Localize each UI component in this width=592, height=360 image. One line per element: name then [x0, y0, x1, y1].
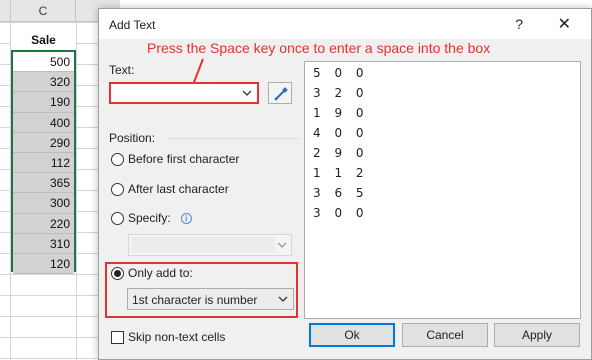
- cell-value[interactable]: 320: [13, 72, 74, 93]
- checkbox[interactable]: [111, 330, 124, 344]
- preview-line: 5 0 0: [313, 66, 369, 80]
- preview-line: 3 0 0: [313, 206, 369, 220]
- select-value: 1st character is number: [132, 293, 258, 307]
- cell-value[interactable]: 190: [13, 92, 74, 113]
- cell-value[interactable]: 365: [13, 173, 74, 194]
- radio-specify[interactable]: Specify: i: [111, 209, 192, 227]
- column-header-c[interactable]: C: [10, 0, 76, 22]
- group-divider: [167, 138, 299, 139]
- pick-text-button[interactable]: [268, 82, 292, 104]
- grid-line: [76, 22, 77, 360]
- radio-label: Only add to:: [128, 266, 193, 280]
- specify-input[interactable]: [128, 234, 292, 256]
- cell-header-sale[interactable]: Sale: [11, 30, 76, 51]
- radio-button[interactable]: [111, 152, 124, 166]
- radio-button[interactable]: [111, 211, 124, 225]
- help-icon[interactable]: ?: [515, 16, 523, 32]
- radio-label: Before first character: [128, 152, 240, 166]
- text-label: Text:: [109, 63, 135, 77]
- close-icon[interactable]: ✕: [558, 14, 571, 34]
- only-add-to-select[interactable]: 1st character is number: [127, 288, 294, 310]
- eyedropper-icon: [274, 87, 288, 101]
- preview-line: 3 2 0: [313, 86, 369, 100]
- radio-only-add-to[interactable]: Only add to:: [111, 264, 193, 282]
- chevron-down-icon[interactable]: [277, 293, 289, 305]
- apply-button[interactable]: Apply: [494, 323, 580, 347]
- info-icon[interactable]: i: [180, 212, 192, 224]
- preview-line: 1 1 2: [313, 166, 369, 180]
- preview-line: 2 9 0: [313, 146, 369, 160]
- radio-label: After last character: [128, 182, 229, 196]
- radio-before-first[interactable]: Before first character: [111, 150, 239, 168]
- text-combobox[interactable]: [109, 82, 259, 104]
- chevron-down-icon[interactable]: [276, 239, 288, 251]
- chevron-down-icon[interactable]: [241, 87, 253, 99]
- position-label: Position:: [109, 131, 156, 145]
- checkbox-label: Skip non-text cells: [128, 330, 226, 344]
- radio-button[interactable]: [111, 182, 124, 196]
- cell-value[interactable]: 400: [13, 112, 74, 133]
- preview-pane[interactable]: 5 0 0 3 2 0 1 9 0 4 0 0 2 9 0 1 1 2 3 6 …: [304, 61, 581, 319]
- radio-label: Specify:: [128, 211, 171, 225]
- cell-value[interactable]: 220: [13, 213, 74, 234]
- preview-line: 3 6 5: [313, 186, 369, 200]
- cell-value[interactable]: 500: [13, 52, 74, 73]
- radio-button[interactable]: [111, 266, 124, 280]
- skip-non-text-checkbox[interactable]: Skip non-text cells: [111, 329, 225, 345]
- preview-line: 1 9 0: [313, 106, 369, 120]
- cell-value[interactable]: 300: [13, 193, 74, 214]
- cell-value[interactable]: 112: [13, 152, 74, 174]
- specify-field: [131, 237, 275, 253]
- cell-value[interactable]: 120: [13, 253, 74, 275]
- selected-range[interactable]: 500 320 190 400 290 112 365 300 220 310 …: [11, 50, 76, 275]
- radio-after-last[interactable]: After last character: [111, 180, 229, 198]
- ok-button[interactable]: Ok: [309, 323, 395, 347]
- preview-line: 4 0 0: [313, 126, 369, 140]
- cancel-button[interactable]: Cancel: [402, 323, 488, 347]
- cell-value[interactable]: 290: [13, 132, 74, 153]
- add-text-dialog: Add Text ? ✕ Press the Space key once to…: [98, 8, 592, 360]
- cell-value[interactable]: 310: [13, 233, 74, 254]
